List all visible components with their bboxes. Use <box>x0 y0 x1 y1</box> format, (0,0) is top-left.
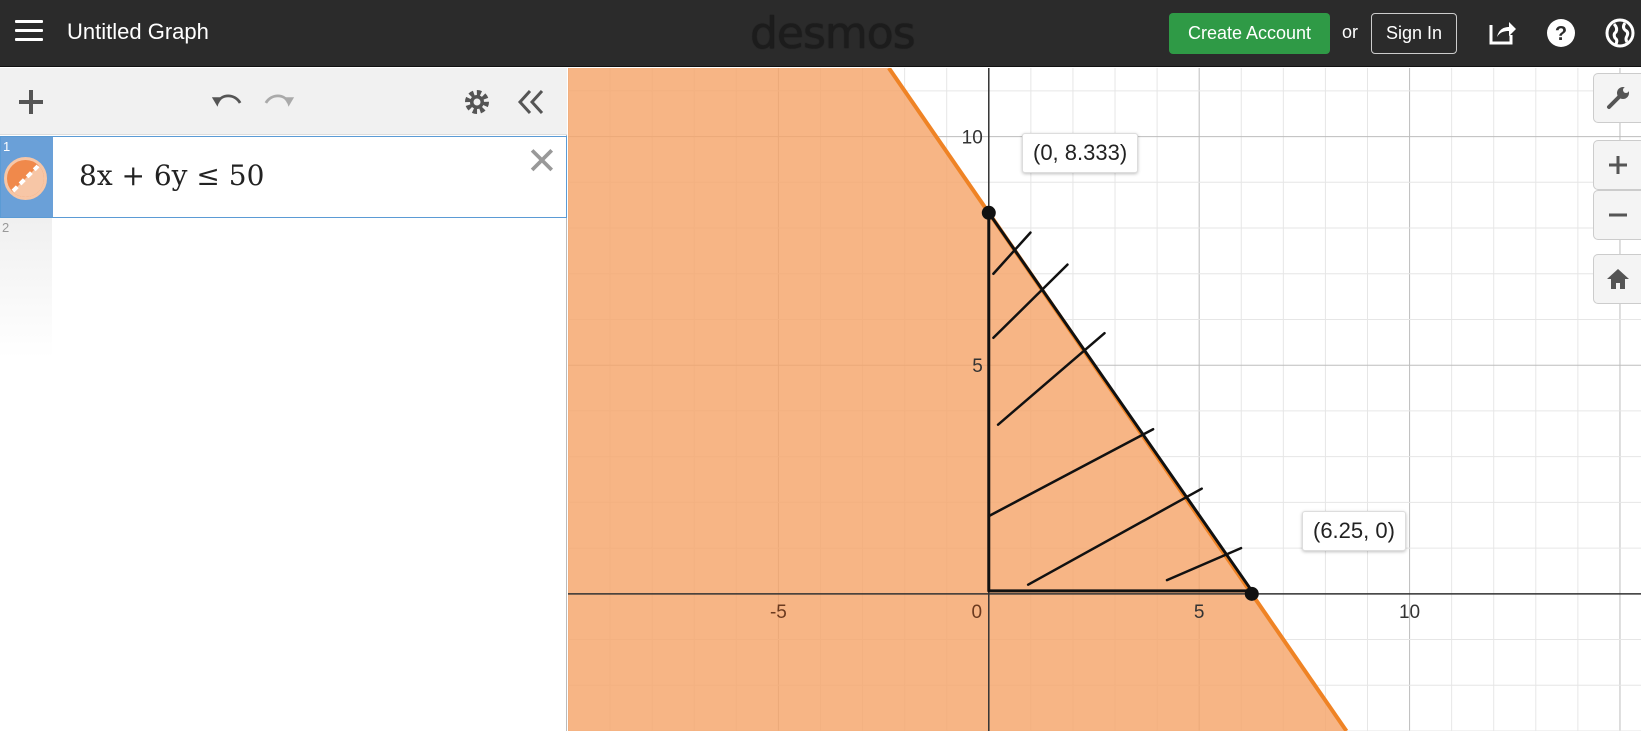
svg-text:?: ? <box>1555 23 1567 45</box>
delete-expression-icon[interactable]: ✕ <box>526 143 558 181</box>
or-text: or <box>1342 22 1359 42</box>
intercept-point <box>981 205 996 220</box>
y-tick-label: 5 <box>972 356 983 377</box>
sign-in-button[interactable]: Sign In <box>1371 13 1457 54</box>
x-tick-label: 5 <box>1194 602 1205 623</box>
expression-panel: 1 8x + 6y ≤ 50 ✕ 2 <box>0 68 567 731</box>
language-globe-icon[interactable] <box>1601 14 1639 52</box>
hamburger-icon[interactable] <box>15 20 43 44</box>
home-icon[interactable] <box>1593 254 1641 304</box>
expression-item-empty[interactable]: 2 <box>0 218 52 358</box>
zoom-in-icon[interactable] <box>1593 140 1641 190</box>
intercept-point <box>1244 586 1259 601</box>
point-label[interactable]: (6.25, 0) <box>1302 511 1406 551</box>
redo-icon[interactable] <box>264 86 296 118</box>
wrench-icon[interactable] <box>1593 73 1641 123</box>
x-tick-label: -5 <box>770 602 787 623</box>
expression-number: 1 <box>3 139 11 154</box>
expression-toolbar <box>0 68 567 135</box>
point-label[interactable]: (0, 8.333) <box>1022 133 1139 173</box>
settings-gear-icon[interactable] <box>461 86 493 118</box>
undo-icon[interactable] <box>210 86 242 118</box>
add-icon[interactable] <box>15 86 47 118</box>
x-tick-label: 10 <box>1399 602 1420 623</box>
create-account-button[interactable]: Create Account <box>1169 13 1330 54</box>
zoom-out-icon[interactable] <box>1593 190 1641 240</box>
y-tick-label: 10 <box>962 128 983 149</box>
x-tick-label: 0 <box>971 602 982 623</box>
expression-gutter: 1 <box>1 137 53 217</box>
graph-title[interactable]: Untitled Graph <box>67 19 209 45</box>
top-bar: Untitled Graph desmos Create Account or … <box>0 0 1641 67</box>
help-icon[interactable]: ? <box>1542 14 1580 52</box>
graph-style-icon[interactable] <box>4 157 47 200</box>
desmos-logo: desmos <box>750 8 916 59</box>
share-icon[interactable] <box>1483 14 1521 52</box>
expression-number: 2 <box>2 220 10 235</box>
graph-canvas[interactable]: -5 0 5 10 5 10 (0, 8.333) (6.25, 0) <box>568 68 1641 731</box>
expression-input[interactable]: 8x + 6y ≤ 50 <box>79 159 264 192</box>
collapse-panel-icon[interactable] <box>515 86 547 118</box>
expression-item[interactable]: 1 8x + 6y ≤ 50 ✕ <box>0 136 567 218</box>
